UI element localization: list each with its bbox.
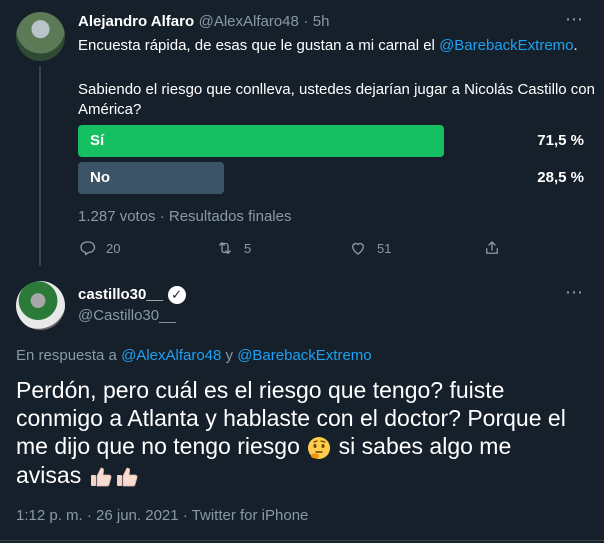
tweet-text-prefix: Encuesta rápida, de esas que le gustan a… bbox=[78, 37, 440, 54]
tweet-header: Alejandro Alfaro @AlexAlfaro48 · 5h bbox=[78, 13, 329, 31]
retweet-action[interactable]: 5 bbox=[216, 239, 251, 257]
like-action[interactable]: 51 bbox=[349, 239, 391, 257]
more-options-icon[interactable]: ⋯ bbox=[565, 282, 584, 303]
retweet-icon bbox=[219, 242, 231, 254]
separator: · bbox=[303, 13, 309, 30]
poll-percent: 71,5 % bbox=[537, 132, 584, 149]
reply-context-and: y bbox=[221, 347, 238, 364]
mention-link[interactable]: @BarebackExtremo bbox=[237, 347, 371, 364]
reply-context: En respuesta a @AlexAlfaro48 y @Bareback… bbox=[16, 347, 372, 364]
poll-option-label: No bbox=[90, 169, 110, 186]
author-handle[interactable]: @AlexAlfaro48 bbox=[199, 13, 299, 30]
tweet-body-tail: si sabes algo me bbox=[332, 433, 512, 459]
more-options-icon[interactable]: ⋯ bbox=[565, 9, 584, 30]
poll-question: Sabiendo el riesgo que conlleva, ustedes… bbox=[78, 81, 595, 118]
avatar[interactable] bbox=[16, 281, 65, 330]
like-count: 51 bbox=[377, 240, 392, 256]
reply-context-prefix: En respuesta a bbox=[16, 347, 122, 364]
retweet-count: 5 bbox=[244, 240, 252, 256]
thread-line bbox=[39, 66, 41, 266]
tweet-header: castillo30__ ✓ bbox=[78, 286, 186, 304]
tweet-meta[interactable]: 1:12 p. m. · 26 jun. 2021 · Twitter for … bbox=[16, 507, 308, 524]
thinking-face-icon bbox=[308, 436, 331, 459]
poll-bar-yes bbox=[78, 125, 444, 157]
thumbs-up-icon bbox=[90, 467, 112, 487]
author-handle[interactable]: @Castillo30__ bbox=[78, 307, 176, 324]
tweet-body-end: avisas bbox=[16, 461, 82, 488]
reply-icon bbox=[80, 241, 96, 256]
poll-option-no: No 28,5 % bbox=[78, 162, 590, 194]
divider bbox=[0, 540, 604, 541]
avatar[interactable] bbox=[16, 12, 65, 61]
verified-icon: ✓ bbox=[167, 286, 186, 304]
tweet-text: Encuesta rápida, de esas que le gustan a… bbox=[78, 36, 588, 56]
poll-option-label: Sí bbox=[90, 132, 105, 149]
mention-link[interactable]: @AlexAlfaro48 bbox=[121, 347, 221, 364]
share-action[interactable] bbox=[483, 239, 501, 257]
poll-summary: 1.287 votos · Resultados finales bbox=[78, 208, 292, 225]
thumbs-up-icon bbox=[116, 467, 138, 487]
poll-percent: 28,5 % bbox=[537, 169, 584, 186]
reply-count: 20 bbox=[106, 240, 121, 256]
share-icon bbox=[486, 241, 498, 254]
tweet-time[interactable]: 5h bbox=[313, 13, 330, 30]
poll-option-yes: Sí 71,5 % bbox=[78, 125, 590, 157]
author-name[interactable]: castillo30__ bbox=[78, 286, 163, 303]
mention-link[interactable]: @BarebackExtremo bbox=[439, 37, 573, 54]
author-name[interactable]: Alejandro Alfaro bbox=[78, 13, 194, 30]
heart-icon bbox=[352, 242, 364, 255]
tweet-body: Perdón, pero cuál es el riesgo que tengo… bbox=[16, 376, 588, 490]
tweet-text-suffix: . bbox=[573, 37, 578, 54]
reply-action[interactable]: 20 bbox=[78, 239, 120, 257]
